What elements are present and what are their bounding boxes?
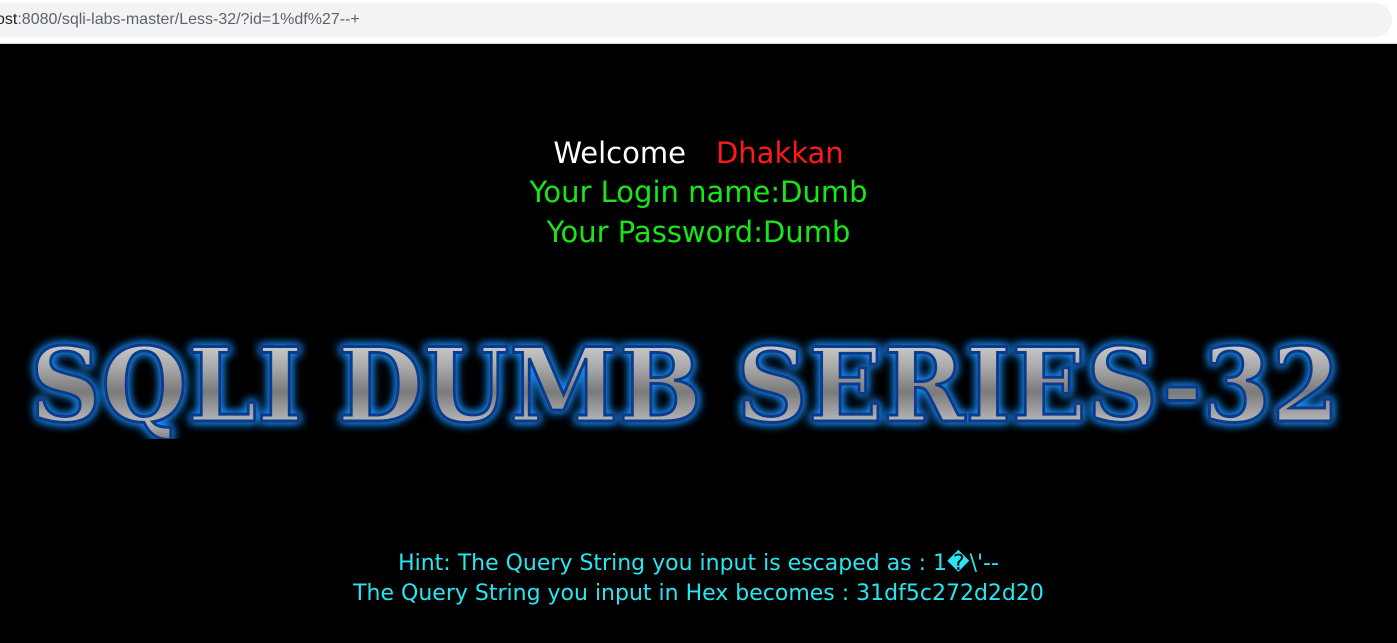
hint-hex-text: The Query String you input in Hex become… [353,581,1044,606]
login-name-text: Your Login name:Dumb [529,175,868,209]
welcome-line: Welcome Dhakkan [0,134,1397,172]
url-path: :8080/sqli-labs-master/Less-32/?id=1%df%… [17,11,360,28]
browser-address-bar: ost:8080/sqli-labs-master/Less-32/?id=1%… [0,0,1397,44]
welcome-name: Dhakkan [715,136,844,170]
banner-logo: SQLI DUMB SERIES-32 [29,329,1342,439]
url-text[interactable]: ost:8080/sqli-labs-master/Less-32/?id=1%… [0,11,360,29]
url-host: ost [0,11,18,28]
password-text: Your Password:Dumb [546,215,851,249]
banner-text: SQLI DUMB SERIES-32 [30,329,1340,439]
page-content: Welcome Dhakkan Your Login name:Dumb Your… [0,44,1397,643]
hint-escaped-text: Hint: The Query String you input is esca… [398,551,999,576]
url-input[interactable]: ost:8080/sqli-labs-master/Less-32/?id=1%… [0,3,1392,37]
welcome-greeting: Welcome [553,136,686,170]
